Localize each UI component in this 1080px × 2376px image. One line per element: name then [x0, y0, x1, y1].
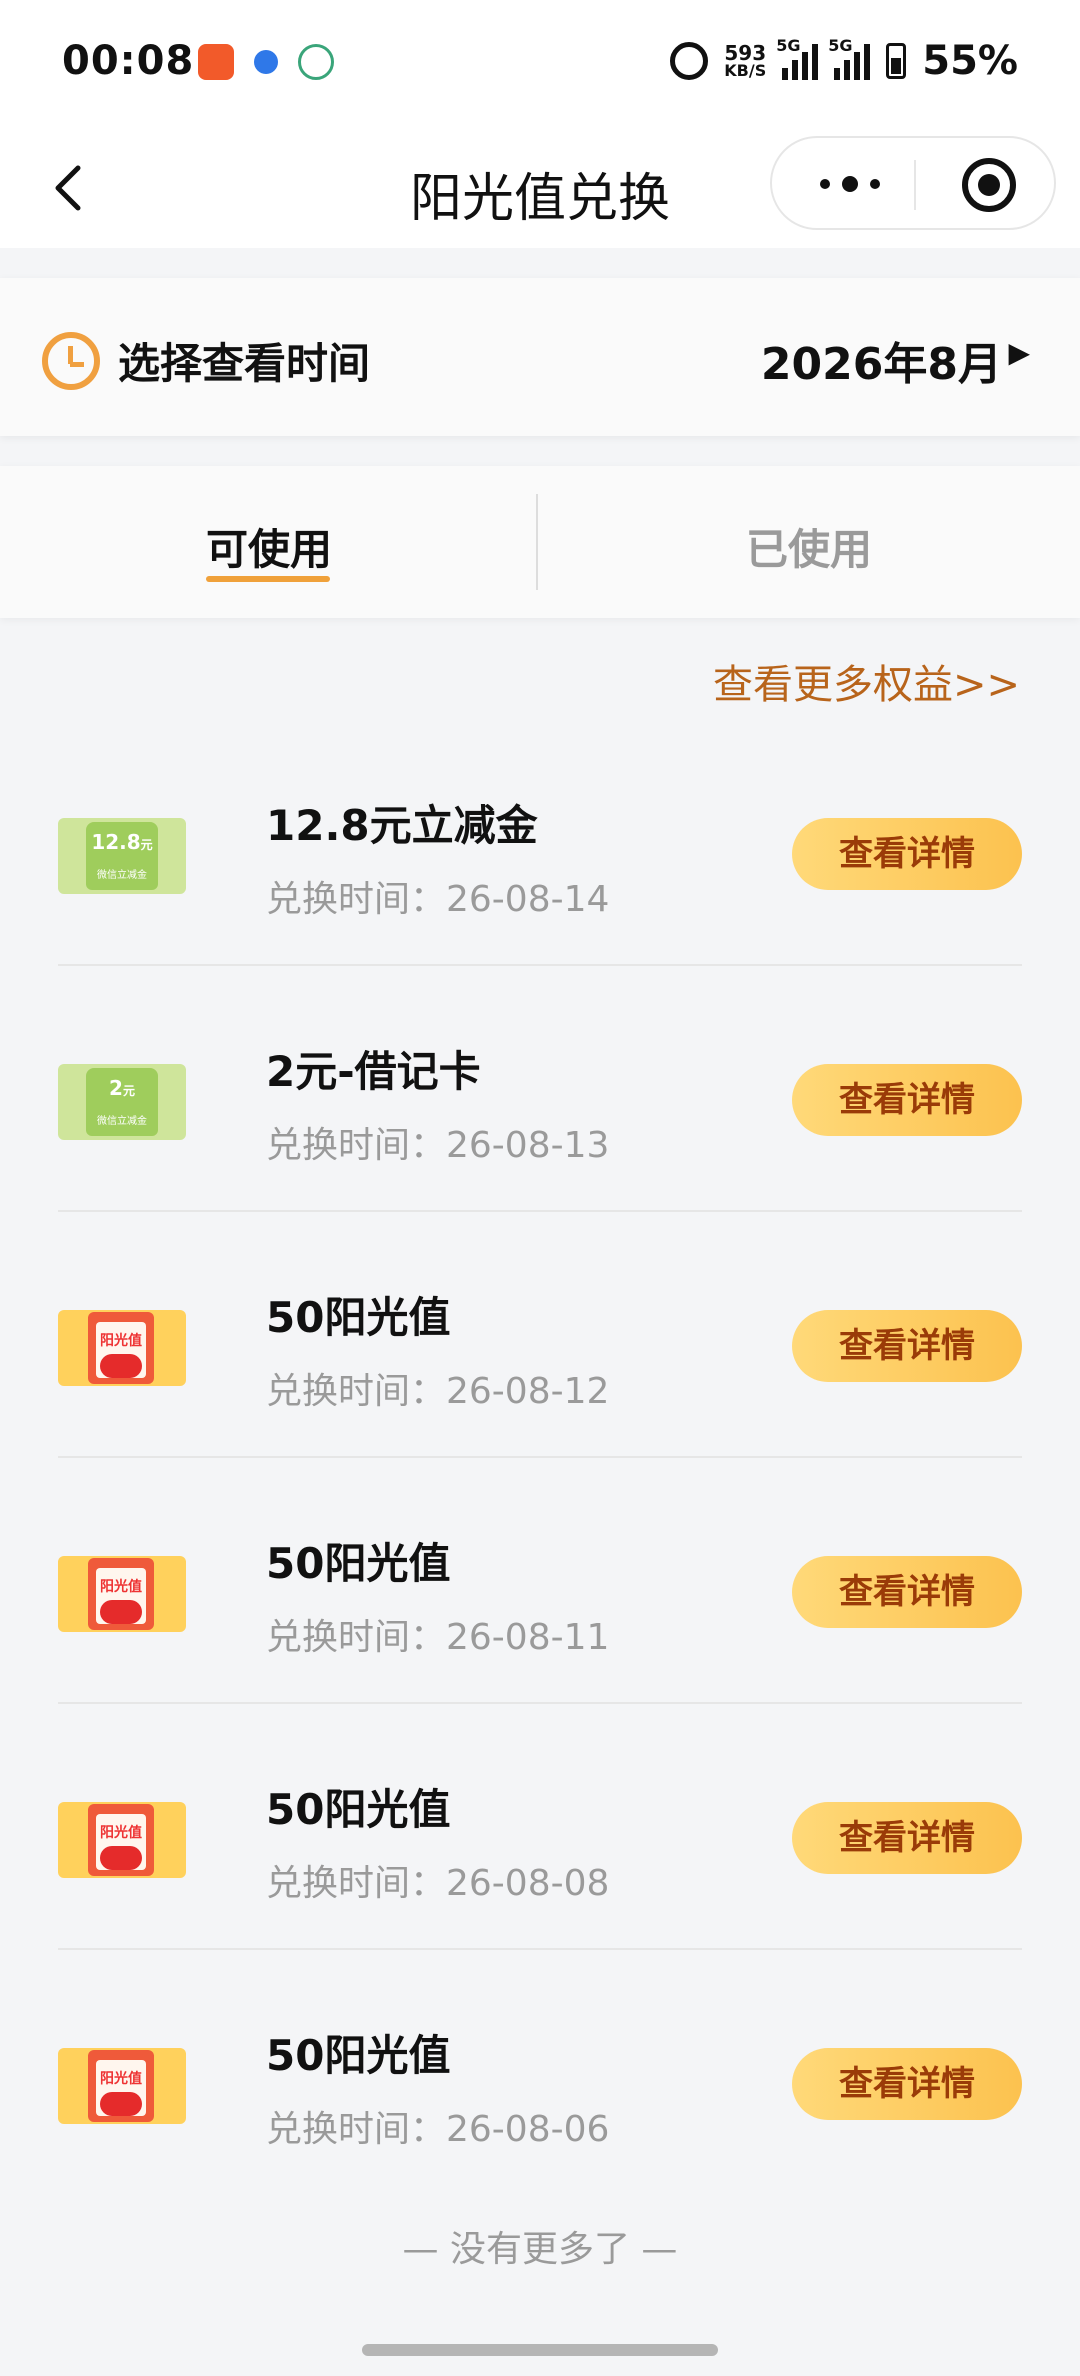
item-date: 兑换时间：26-08-06 — [266, 2109, 610, 2150]
thumb-label: 阳光值 — [100, 1333, 142, 1349]
sunshine-card-icon: 阳光值 — [88, 1804, 154, 1876]
red-envelope-icon: 2元 微信立减金 — [86, 1068, 158, 1136]
app-notification-icon — [198, 44, 234, 80]
view-details-button[interactable]: 查看详情 — [792, 1556, 1022, 1628]
tab-bar: 可使用 已使用 — [0, 466, 1080, 618]
thumb-label: 阳光值 — [100, 2071, 142, 2087]
battery-percent: 55% — [922, 38, 1018, 84]
item-title: 50阳光值 — [266, 1785, 451, 1834]
signal-label: 5G — [828, 36, 853, 55]
status-time: 00:08 — [62, 38, 195, 84]
time-picker[interactable]: 选择查看时间 2026年8月 ▶ — [0, 278, 1080, 436]
item-date: 兑换时间：26-08-13 — [266, 1125, 610, 1166]
active-tab-indicator — [206, 576, 330, 582]
coupon-thumbnail: 2元 微信立减金 — [58, 1064, 186, 1140]
item-date: 兑换时间：26-08-12 — [266, 1371, 610, 1412]
more-benefits-link[interactable]: 查看更多权益>> — [713, 652, 1020, 710]
sunshine-card-icon: 阳光值 — [88, 2050, 154, 2122]
view-details-button[interactable]: 查看详情 — [792, 1802, 1022, 1874]
thumb-amount: 2元 — [109, 1076, 135, 1100]
list-item: 阳光值 50阳光值 兑换时间：26-08-12 查看详情 — [58, 1212, 1022, 1458]
signal-label: 5G — [776, 36, 801, 55]
time-picker-label: 选择查看时间 — [118, 339, 371, 388]
capsule-divider — [914, 160, 916, 210]
coupon-thumbnail: 12.8元 微信立减金 — [58, 818, 186, 894]
network-speed: 593 KB/S — [724, 43, 766, 79]
item-date: 兑换时间：26-08-14 — [266, 879, 610, 920]
tab-available[interactable]: 可使用 — [206, 516, 332, 577]
item-title: 2元-借记卡 — [266, 1047, 481, 1096]
red-envelope-icon: 12.8元 微信立减金 — [86, 822, 158, 890]
list-item: 2元 微信立减金 2元-借记卡 兑换时间：26-08-13 查看详情 — [58, 966, 1022, 1212]
item-title: 50阳光值 — [266, 1293, 451, 1342]
sunshine-card-icon: 阳光值 — [88, 1312, 154, 1384]
tab-divider — [536, 494, 538, 590]
history-icon — [42, 332, 100, 390]
list-item: 阳光值 50阳光值 兑换时间：26-08-11 查看详情 — [58, 1458, 1022, 1704]
sunshine-thumbnail: 阳光值 — [58, 1310, 186, 1386]
item-date: 兑换时间：26-08-11 — [266, 1617, 610, 1658]
list-item: 阳光值 50阳光值 兑换时间：26-08-08 查看详情 — [58, 1704, 1022, 1950]
thumb-amount: 12.8元 — [91, 830, 153, 854]
sunshine-thumbnail: 阳光值 — [58, 2048, 186, 2124]
nav-bar: 阳光值兑换 — [0, 128, 1080, 248]
battery-icon — [886, 43, 907, 79]
tab-used[interactable]: 已使用 — [746, 516, 872, 577]
item-title: 50阳光值 — [266, 2031, 451, 2080]
play-arrow-icon[interactable]: ▶ — [1008, 336, 1030, 369]
app-notification-icon — [298, 44, 334, 80]
network-speed-value: 593 — [724, 41, 767, 65]
signal-icon: 5G — [828, 36, 871, 80]
sunshine-thumbnail: 阳光值 — [58, 1802, 186, 1878]
close-button[interactable] — [962, 158, 1016, 212]
end-of-list-text: — 没有更多了 — — [402, 2229, 678, 2270]
mini-program-capsule — [770, 136, 1056, 230]
view-details-button[interactable]: 查看详情 — [792, 1310, 1022, 1382]
home-indicator[interactable] — [362, 2344, 718, 2356]
thumb-label: 阳光值 — [100, 1579, 142, 1595]
more-icon — [820, 179, 830, 189]
system-indicators: 593 KB/S 5G 5G 55% — [670, 36, 1018, 84]
network-speed-unit: KB/S — [724, 61, 767, 80]
more-button[interactable] — [810, 162, 890, 206]
view-details-button[interactable]: 查看详情 — [792, 1064, 1022, 1136]
sunshine-thumbnail: 阳光值 — [58, 1556, 186, 1632]
app-notification-icon — [248, 44, 284, 80]
list-item: 12.8元 微信立减金 12.8元立减金 兑换时间：26-08-14 查看详情 — [58, 720, 1022, 966]
view-details-button[interactable]: 查看详情 — [792, 2048, 1022, 2120]
thumb-label: 阳光值 — [100, 1825, 142, 1841]
item-title: 12.8元立减金 — [266, 801, 538, 850]
thumb-caption: 微信立减金 — [97, 870, 147, 881]
view-details-button[interactable]: 查看详情 — [792, 818, 1022, 890]
thumb-caption: 微信立减金 — [97, 1116, 147, 1127]
notification-icons — [198, 44, 334, 80]
sunshine-card-icon: 阳光值 — [88, 1558, 154, 1630]
item-date: 兑换时间：26-08-08 — [266, 1863, 610, 1904]
alarm-icon — [670, 42, 709, 80]
list-item: 阳光值 50阳光值 兑换时间：26-08-06 查看详情 — [58, 1950, 1022, 2196]
item-title: 50阳光值 — [266, 1539, 451, 1588]
time-picker-value[interactable]: 2026年8月 — [761, 328, 1002, 392]
signal-icon: 5G — [776, 36, 819, 80]
status-bar: 00:08 593 KB/S 5G 5G 55% — [0, 0, 1080, 128]
